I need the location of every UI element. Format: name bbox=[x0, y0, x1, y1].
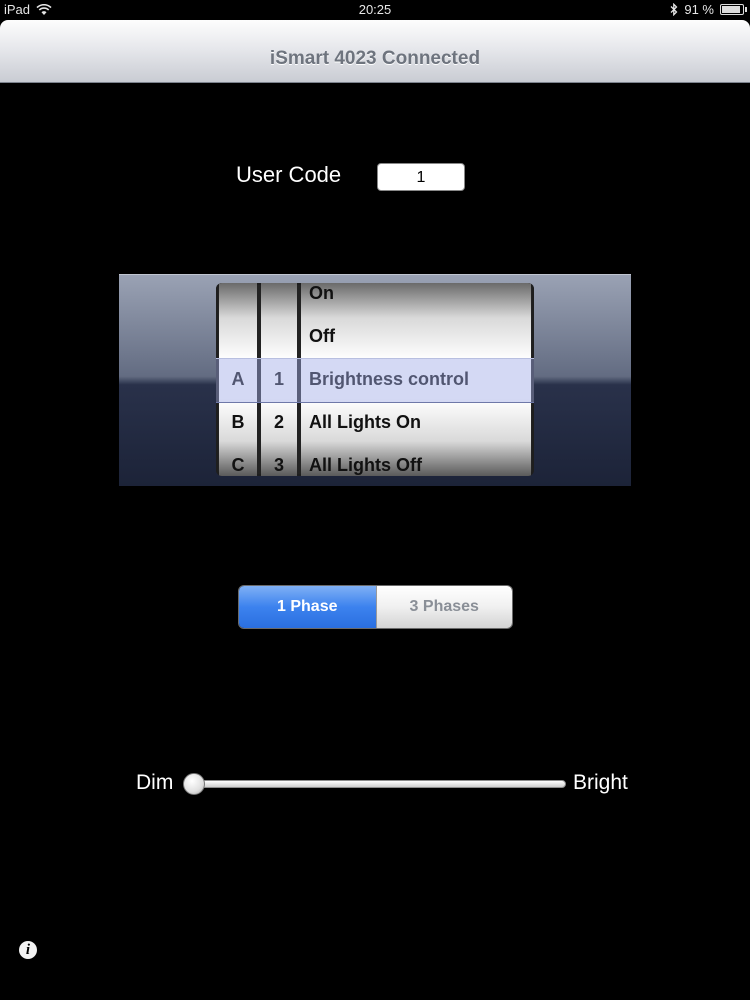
picker-row[interactable]: B bbox=[219, 401, 257, 444]
bluetooth-icon bbox=[670, 3, 678, 16]
picker-row[interactable]: C bbox=[219, 444, 257, 476]
battery-icon bbox=[720, 4, 747, 15]
user-code-field[interactable]: 1 bbox=[377, 163, 465, 191]
brightness-slider-thumb[interactable] bbox=[183, 773, 205, 795]
picker-row[interactable]: 2 bbox=[261, 401, 297, 444]
battery-percent: 91 % bbox=[684, 2, 714, 17]
status-time: 20:25 bbox=[358, 2, 392, 17]
picker-row[interactable]: All Lights On bbox=[301, 401, 531, 444]
picker-row[interactable] bbox=[219, 283, 257, 315]
battery-fill bbox=[722, 6, 740, 13]
user-code-label: User Code bbox=[236, 162, 342, 187]
picker-row[interactable] bbox=[261, 283, 297, 315]
picker-row[interactable] bbox=[219, 315, 257, 358]
brightness-slider-track[interactable] bbox=[188, 780, 566, 788]
segment-1-phase[interactable]: 1 Phase bbox=[239, 586, 376, 628]
segment-3-phases[interactable]: 3 Phases bbox=[375, 586, 512, 628]
picker-row[interactable]: All Lights Off bbox=[301, 444, 531, 476]
picker-row[interactable]: 3 bbox=[261, 444, 297, 476]
status-right: 91 % bbox=[670, 2, 747, 17]
phase-segmented-control[interactable]: 1 Phase 3 Phases bbox=[238, 585, 513, 629]
nav-title: iSmart 4023 Connected bbox=[269, 48, 481, 69]
picker-row[interactable] bbox=[261, 315, 297, 358]
picker-row[interactable]: On bbox=[301, 283, 531, 315]
info-icon[interactable]: i bbox=[19, 941, 37, 959]
slider-min-label: Dim bbox=[136, 771, 174, 794]
status-bar: iPad 20:25 91 % bbox=[0, 0, 750, 20]
slider-max-label: Bright bbox=[573, 771, 628, 794]
picker-selection-bar bbox=[216, 358, 534, 403]
picker-row[interactable]: Off bbox=[301, 315, 531, 358]
navigation-bar: iSmart 4023 Connected bbox=[0, 20, 750, 83]
